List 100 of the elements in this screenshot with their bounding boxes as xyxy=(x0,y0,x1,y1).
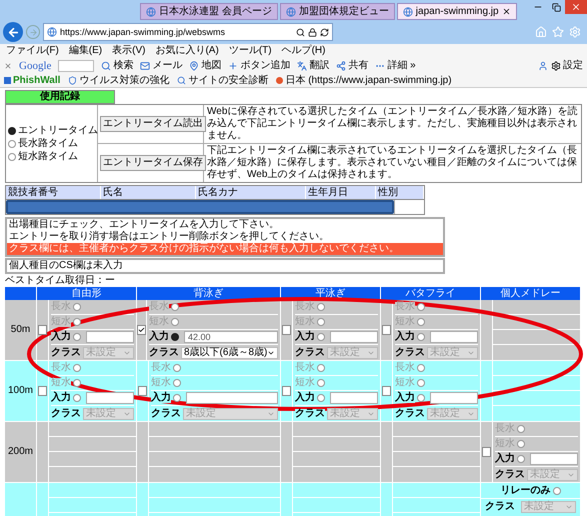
checkbox[interactable] xyxy=(138,386,147,396)
radio-button[interactable] xyxy=(417,333,425,341)
header-cell xyxy=(5,287,37,300)
back-button[interactable] xyxy=(3,22,23,42)
person-icon[interactable] xyxy=(538,61,548,71)
close-icon xyxy=(571,2,581,12)
radio-button[interactable] xyxy=(173,394,181,402)
close-icon[interactable] xyxy=(502,7,511,16)
time-input[interactable] xyxy=(86,331,134,343)
radio-button[interactable] xyxy=(417,394,425,402)
class-label: クラス xyxy=(295,408,325,418)
option-label: 入力 xyxy=(151,393,171,403)
action-button[interactable]: エントリータイム保存 xyxy=(100,155,206,171)
time-input[interactable] xyxy=(530,453,578,465)
toolbar-button[interactable]: 検索 xyxy=(101,61,134,71)
checkbox[interactable] xyxy=(282,325,291,335)
option-label: 長水 xyxy=(295,363,315,373)
browser-tab[interactable]: 日本水泳連盟 会員ページ xyxy=(140,3,278,20)
checkbox[interactable] xyxy=(382,386,391,396)
refresh-icon[interactable] xyxy=(320,28,329,36)
checkbox[interactable] xyxy=(482,447,491,457)
checkbox[interactable] xyxy=(137,325,146,335)
checkbox[interactable] xyxy=(38,386,47,396)
restore-icon xyxy=(552,2,560,12)
settings-icon[interactable] xyxy=(569,26,581,38)
checkbox[interactable] xyxy=(282,386,291,396)
favorite-link[interactable]: サイトの安全診断 xyxy=(177,76,268,86)
favorite-link[interactable]: 日本 (https://www.japan-swimming.jp) xyxy=(276,76,452,86)
favorite-link[interactable]: PhishWall xyxy=(4,76,60,86)
toolbar-button[interactable]: 地図 xyxy=(189,61,222,71)
toolbar-button[interactable]: 共有 xyxy=(336,61,368,71)
forward-button[interactable] xyxy=(26,25,40,39)
option-label: 長水路タイム xyxy=(18,138,78,150)
browser-tab[interactable]: japan-swimming.jp xyxy=(396,3,517,20)
option-label: 長水 xyxy=(395,363,415,373)
radio-button[interactable] xyxy=(317,394,325,402)
column-header: 背泳ぎ xyxy=(137,287,281,300)
radio-button[interactable] xyxy=(552,486,560,494)
radio-button[interactable] xyxy=(8,140,16,148)
toolbar-button[interactable]: 詳細 » xyxy=(375,61,416,71)
browser-tab[interactable]: 加盟団体規定ビュー xyxy=(280,3,395,20)
option-label: 入力 xyxy=(149,332,169,342)
radio-button[interactable] xyxy=(73,394,81,402)
time-input[interactable] xyxy=(430,392,478,404)
time-input[interactable] xyxy=(86,392,134,404)
radio-button[interactable] xyxy=(8,152,16,160)
description-text: Webに保存されている選択したタイム（エントリータイム／長水路／短水路）を読み込んで下記エントリータイム欄に表示します。ただし、実施種目以外は表示されません。 xyxy=(204,105,581,144)
search-icon[interactable] xyxy=(296,28,305,36)
home-icon[interactable] xyxy=(535,26,547,38)
radio-button[interactable] xyxy=(8,126,16,134)
time-input[interactable]: 42.00 xyxy=(184,331,278,343)
menu-item[interactable]: 表示(V) xyxy=(112,46,146,56)
menu-item[interactable]: 編集(E) xyxy=(68,46,102,56)
time-input[interactable] xyxy=(430,331,478,343)
time-input[interactable] xyxy=(330,392,378,404)
favorite-link[interactable]: ウイルス対策の強化 xyxy=(68,76,170,86)
radio-button[interactable] xyxy=(171,333,179,341)
globe-icon xyxy=(286,6,296,16)
toolbar-button[interactable]: ボタン追加 xyxy=(228,61,290,71)
mail-icon xyxy=(140,61,150,71)
column-header: 競技者番号 xyxy=(6,186,101,199)
settings-icon xyxy=(551,61,561,71)
column-header: 氏名カナ xyxy=(196,186,306,199)
star-icon[interactable] xyxy=(552,26,564,38)
arrow-left-icon xyxy=(6,26,20,38)
search-field[interactable] xyxy=(58,60,94,72)
notice-text: 個人種目のCS欄は未入力 xyxy=(5,258,445,274)
radio-button[interactable] xyxy=(517,455,525,463)
warning-text: クラス欄には、主催者からクラス分けの指示がない場合は何も入力しないでください。 xyxy=(7,243,443,255)
settings-button[interactable]: 設定 xyxy=(551,61,583,71)
arrow-right-icon xyxy=(28,28,38,36)
radio-button[interactable] xyxy=(317,333,325,341)
translate-icon xyxy=(297,61,308,71)
option-label: 短水 xyxy=(51,378,71,388)
class-select[interactable]: 8歳以下(6歳～8歳) xyxy=(181,346,278,358)
option-label: 入力 xyxy=(495,454,515,464)
time-input[interactable] xyxy=(330,331,378,343)
class-label: クラス xyxy=(495,470,525,480)
lock-icon xyxy=(308,28,317,36)
instruction-text: 出場種目にチェック、エントリータイムを入力して下さい。 xyxy=(8,219,280,230)
search-icon xyxy=(101,61,112,71)
globe-icon xyxy=(47,27,57,37)
menu-item[interactable]: ヘルプ(H) xyxy=(282,46,326,56)
checkbox[interactable] xyxy=(382,325,391,335)
menu-item[interactable]: お気に入り(A) xyxy=(155,46,219,56)
row-header: 200m xyxy=(5,422,37,483)
option-label: 入力 xyxy=(51,332,71,342)
menu-item[interactable]: ツール(T) xyxy=(228,46,272,56)
menu-item[interactable]: ファイル(F) xyxy=(6,46,59,56)
class-label: クラス xyxy=(51,408,81,418)
toolbar-button[interactable]: メール xyxy=(140,61,182,71)
address-bar[interactable]: https://www.japan-swimming.jp/webswms xyxy=(43,23,333,41)
class-label: クラス xyxy=(51,348,81,358)
radio-button[interactable] xyxy=(73,333,81,341)
toolbar-button[interactable]: 翻訳 xyxy=(297,61,330,71)
option-label: 入力 xyxy=(295,393,315,403)
column-header: 氏名 xyxy=(101,186,196,199)
time-input[interactable] xyxy=(186,392,278,404)
action-button[interactable]: エントリータイム読出 xyxy=(100,116,206,132)
checkbox[interactable] xyxy=(38,325,47,335)
